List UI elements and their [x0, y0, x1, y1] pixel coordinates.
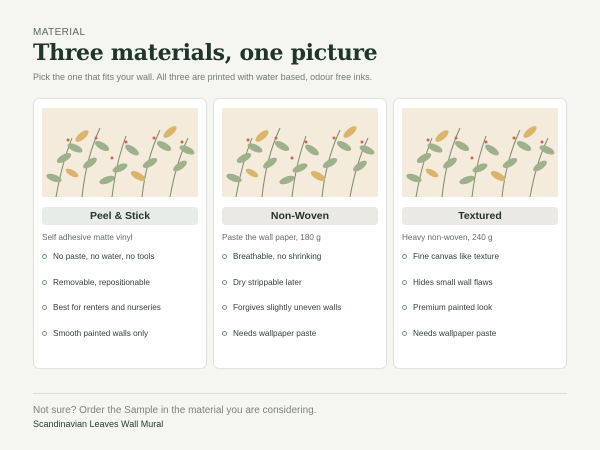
circle-bullet-icon — [402, 305, 407, 310]
feature-item: Breathable, no shrinking — [222, 252, 341, 278]
circle-bullet-icon — [222, 279, 227, 285]
feature-text: Dry strippable later — [233, 277, 302, 287]
sample-note: Not sure? Order the Sample in the materi… — [33, 405, 317, 416]
material-description: Heavy non-woven, 240 g — [402, 233, 493, 242]
material-description: Self adhesive matte vinyl — [42, 233, 133, 242]
feature-list: No paste, no water, no tools Removable, … — [42, 252, 161, 354]
material-name-pill: Non-Woven — [222, 207, 378, 225]
circle-bullet-icon — [42, 305, 47, 310]
feature-item: Needs wallpaper paste — [402, 329, 499, 355]
material-name-pill: Textured — [402, 207, 558, 225]
feature-item: Hides small wall flaws — [402, 278, 499, 304]
feature-item: Forgives slightly uneven walls — [222, 303, 341, 329]
feature-text: Premium painted look — [413, 303, 493, 312]
feature-text: Removable, repositionable — [53, 277, 150, 287]
feature-item: Smooth painted walls only — [42, 329, 161, 355]
page-subtitle: Pick the one that fits your wall. All th… — [33, 72, 373, 82]
feature-text: Forgives slightly uneven walls — [233, 303, 342, 312]
product-name: Scandinavian Leaves Wall Mural — [33, 419, 164, 429]
feature-text: No paste, no water, no tools — [53, 252, 155, 261]
circle-bullet-icon — [402, 254, 407, 259]
material-card-peel-stick[interactable]: Peel & Stick Self adhesive matte vinyl N… — [33, 98, 207, 369]
material-description: Paste the wall paper, 180 g — [222, 233, 321, 242]
material-options: Peel & Stick Self adhesive matte vinyl N… — [33, 98, 567, 369]
feature-text: Hides small wall flaws — [413, 277, 493, 287]
feature-item: Needs wallpaper paste — [222, 329, 341, 355]
circle-bullet-icon — [222, 254, 227, 259]
feature-list: Breathable, no shrinking Dry strippable … — [222, 252, 341, 354]
mural-preview-image — [42, 108, 198, 197]
feature-list: Fine canvas like texture Hides small wal… — [402, 252, 499, 354]
feature-text: Best for renters and nurseries — [53, 303, 161, 312]
section-divider — [33, 393, 567, 394]
mural-preview-image — [402, 108, 558, 197]
circle-bullet-icon — [402, 279, 407, 285]
circle-bullet-icon — [42, 279, 47, 285]
feature-item: Fine canvas like texture — [402, 252, 499, 278]
feature-item: Removable, repositionable — [42, 278, 161, 304]
feature-text: Breathable, no shrinking — [233, 252, 322, 261]
feature-text: Fine canvas like texture — [413, 252, 500, 261]
leaves-artwork — [402, 108, 558, 197]
feature-text: Needs wallpaper paste — [233, 328, 317, 338]
page-title: Three materials, one picture — [33, 40, 378, 66]
mural-preview-image — [222, 108, 378, 197]
feature-item: No paste, no water, no tools — [42, 252, 161, 278]
eyebrow-label: MATERIAL — [33, 27, 86, 38]
feature-item: Dry strippable later — [222, 278, 341, 304]
circle-bullet-icon — [42, 330, 47, 336]
feature-item: Best for renters and nurseries — [42, 303, 161, 329]
circle-bullet-icon — [222, 330, 227, 336]
leaves-artwork — [42, 108, 198, 197]
circle-bullet-icon — [42, 254, 47, 259]
material-card-non-woven[interactable]: Non-Woven Paste the wall paper, 180 g Br… — [213, 98, 387, 369]
material-name-pill: Peel & Stick — [42, 207, 198, 225]
feature-item: Premium painted look — [402, 303, 499, 329]
circle-bullet-icon — [222, 305, 227, 310]
material-card-textured[interactable]: Textured Heavy non-woven, 240 g Fine can… — [393, 98, 567, 369]
circle-bullet-icon — [402, 330, 407, 336]
feature-text: Smooth painted walls only — [53, 328, 149, 338]
leaves-artwork — [222, 108, 378, 197]
feature-text: Needs wallpaper paste — [413, 328, 497, 338]
